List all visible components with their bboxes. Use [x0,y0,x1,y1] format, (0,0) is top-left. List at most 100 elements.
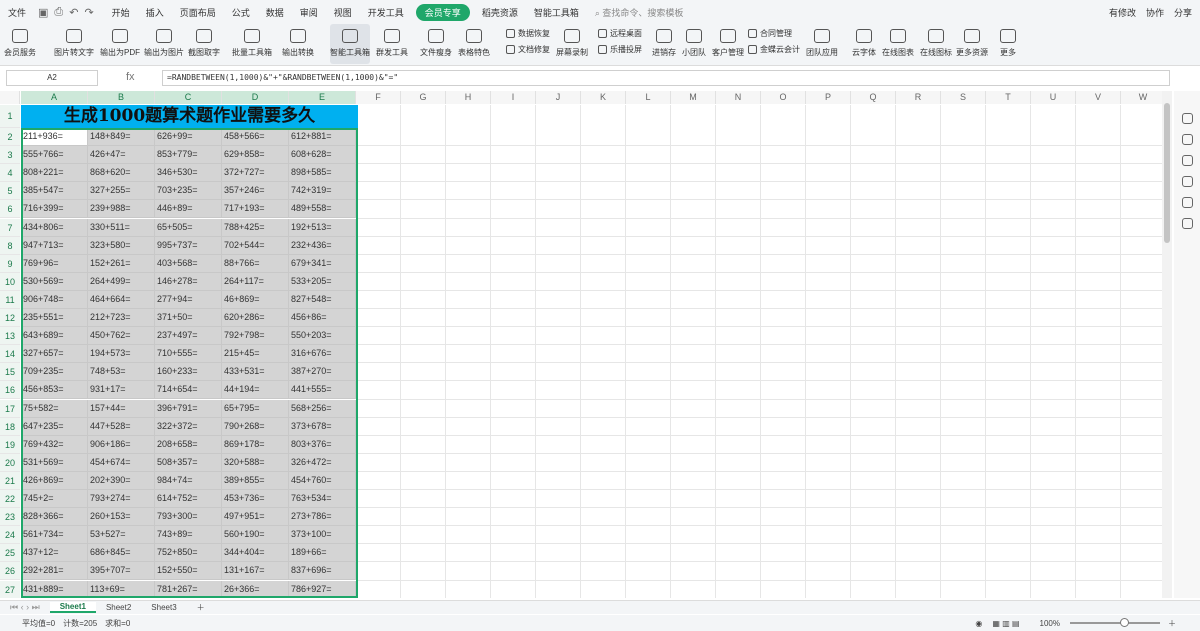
cell-D11[interactable]: 46+869= [222,290,289,309]
menu-tab-3[interactable]: 公式 [224,6,258,19]
cell-A26[interactable]: 292+281= [21,562,88,581]
spreadsheet-grid[interactable]: A B C D E F G H I J K L M N O P Q R S T U V W 1 生成1000题算术题作业需要多久… [0,91,1162,598]
cell-D6[interactable]: 717+193= [222,200,289,219]
cell-C12[interactable]: 371+50= [155,309,222,328]
zoom-in-icon[interactable]: ＋ [1168,618,1176,629]
menu-tab-7[interactable]: 开发工具 [360,6,412,19]
cell-E24[interactable]: 373+100= [289,526,356,545]
column-header-A[interactable]: A [21,91,88,104]
cell-B21[interactable]: 202+390= [88,471,155,490]
cell-A14[interactable]: 327+657= [21,345,88,364]
cell-A27[interactable]: 431+889= [21,580,88,598]
ribbon-button-16[interactable]: 云字体 [852,24,876,64]
add-sheet-button[interactable]: ＋ [187,602,215,613]
cell-B15[interactable]: 748+53= [88,363,155,382]
menu-tab-0[interactable]: 开始 [104,6,138,19]
cell-C23[interactable]: 793+300= [155,508,222,527]
cell-B19[interactable]: 906+186= [88,435,155,454]
cell-A22[interactable]: 745+2= [21,490,88,509]
cell-E15[interactable]: 387+270= [289,363,356,382]
cell-D4[interactable]: 372+727= [222,164,289,183]
row-header-27[interactable]: 27 [0,580,20,598]
cell-E3[interactable]: 608+628= [289,146,356,165]
ribbon-button-9[interactable]: 文件瘦身 [420,24,452,64]
redo-icon[interactable]: ↷ [84,6,93,19]
cell-A2[interactable]: 211+936= [21,128,88,147]
column-header-E[interactable]: E [289,91,356,104]
cell-D23[interactable]: 497+951= [222,508,289,527]
print-icon[interactable]: ⎙ [54,6,63,19]
menu-tab-10[interactable]: 智能工具箱 [526,6,587,19]
cell-D5[interactable]: 357+246= [222,182,289,201]
cell-C13[interactable]: 237+497= [155,327,222,346]
cell-B2[interactable]: 148+849= [88,128,155,147]
zoom-slider-handle[interactable] [1120,618,1129,627]
ribbon-button-4[interactable]: 截图取字 [188,24,220,64]
cell-C26[interactable]: 152+550= [155,562,222,581]
column-header-P[interactable]: P [806,91,851,104]
cell-E14[interactable]: 316+676= [289,345,356,364]
undo-icon[interactable]: ↶ [69,6,78,19]
row-header-22[interactable]: 22 [0,490,20,509]
tab-sheet2[interactable]: Sheet2 [96,603,141,612]
row-header-14[interactable]: 14 [0,345,20,364]
cell-D3[interactable]: 629+858= [222,146,289,165]
view-mode-icons[interactable]: ▦ ▥ ▤ [992,619,1019,628]
cell-B6[interactable]: 239+988= [88,200,155,219]
row-header-25[interactable]: 25 [0,544,20,563]
cell-E27[interactable]: 786+927= [289,580,356,598]
cell-E10[interactable]: 533+205= [289,272,356,291]
cell-C16[interactable]: 714+654= [155,381,222,400]
cell-D19[interactable]: 869+178= [222,435,289,454]
cell-A3[interactable]: 555+766= [21,146,88,165]
cell-A8[interactable]: 947+713= [21,236,88,255]
cell-B25[interactable]: 686+845= [88,544,155,563]
row-header-11[interactable]: 11 [0,290,20,309]
share-button[interactable]: 分享 [1174,6,1192,19]
cell-C6[interactable]: 446+89= [155,200,222,219]
ribbon-button-18[interactable]: 在线图标 [920,24,952,64]
cell-E7[interactable]: 192+513= [289,218,356,237]
help-icon[interactable] [1181,218,1193,229]
row-header-23[interactable]: 23 [0,508,20,527]
property-icon[interactable] [1181,134,1193,145]
cell-D2[interactable]: 458+566= [222,128,289,147]
cell-E6[interactable]: 489+558= [289,200,356,219]
location-icon[interactable] [1181,197,1193,208]
column-header-S[interactable]: S [941,91,986,104]
ribbon-button-0[interactable]: 会员服务 [4,24,36,64]
cell-E20[interactable]: 326+472= [289,453,356,472]
column-header-W[interactable]: W [1121,91,1162,104]
cell-E17[interactable]: 568+256= [289,399,356,418]
cell-E5[interactable]: 742+319= [289,182,356,201]
cell-A10[interactable]: 530+569= [21,272,88,291]
zoom-slider[interactable] [1070,618,1160,627]
cell-C20[interactable]: 508+357= [155,453,222,472]
select-all-corner[interactable] [0,91,20,104]
cell-A21[interactable]: 426+869= [21,471,88,490]
cell-B27[interactable]: 113+69= [88,580,155,598]
ribbon-button-11[interactable]: 屏幕录制 [556,24,588,64]
cell-C18[interactable]: 322+372= [155,417,222,436]
name-box[interactable]: A2 [6,70,98,86]
cell-E22[interactable]: 763+534= [289,490,356,509]
cell-A9[interactable]: 769+96= [21,254,88,273]
style-icon[interactable] [1181,155,1193,166]
ribbon-button-6[interactable]: 输出转换 [282,24,314,64]
cell-A6[interactable]: 716+399= [21,200,88,219]
column-header-V[interactable]: V [1076,91,1121,104]
column-header-O[interactable]: O [761,91,806,104]
column-header-U[interactable]: U [1031,91,1076,104]
title-cell[interactable]: 生成1000题算术题作业需要多久 [21,105,358,128]
ribbon-button-12[interactable]: 进销存 [652,24,676,64]
menu-tab-9[interactable]: 稻壳资源 [474,6,526,19]
cell-D27[interactable]: 26+366= [222,580,289,598]
cell-C15[interactable]: 160+233= [155,363,222,382]
search-command[interactable]: ⌕ 查找命令、搜索模板 [595,6,684,19]
ribbon-button-1[interactable]: 图片转文字 [54,24,94,64]
cell-C3[interactable]: 853+779= [155,146,222,165]
cell-D13[interactable]: 792+798= [222,327,289,346]
cell-B26[interactable]: 395+707= [88,562,155,581]
menu-tab-1[interactable]: 插入 [138,6,172,19]
cell-E19[interactable]: 803+376= [289,435,356,454]
